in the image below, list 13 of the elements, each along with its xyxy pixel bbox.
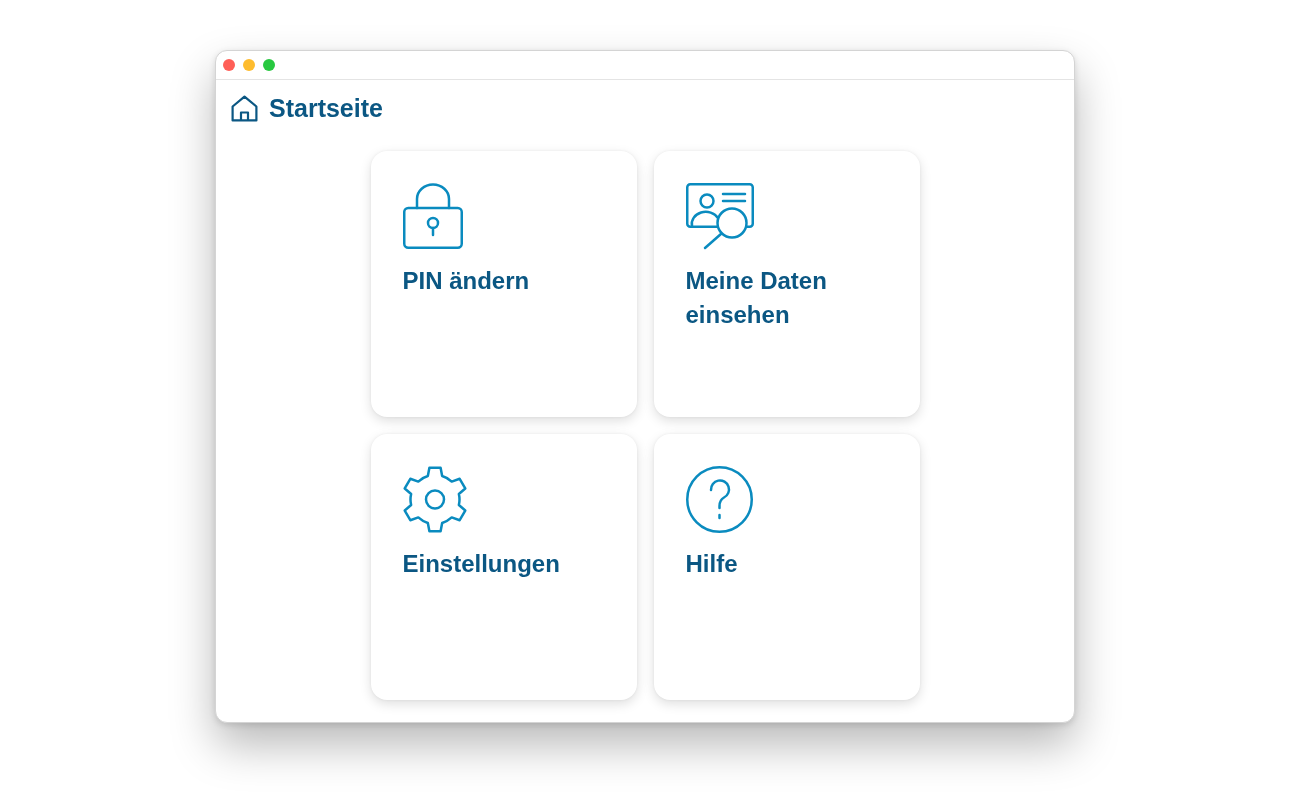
menu-tile[interactable]: Einstellungen <box>370 434 637 700</box>
id-card-search-icon <box>685 183 754 249</box>
close-button[interactable] <box>223 59 235 71</box>
home-icon <box>231 94 258 122</box>
minimize-button[interactable] <box>243 59 255 71</box>
menu-tile[interactable]: Hilfe <box>653 434 920 700</box>
maximize-button[interactable] <box>263 59 275 71</box>
page-title: Startseite <box>269 94 383 122</box>
lock-icon <box>402 183 463 249</box>
menu-tile[interactable]: PIN ändern <box>370 151 637 417</box>
menu-tile[interactable]: Meine Daten einsehen <box>653 151 920 417</box>
settings-icon <box>402 466 467 533</box>
help-icon <box>685 466 753 533</box>
